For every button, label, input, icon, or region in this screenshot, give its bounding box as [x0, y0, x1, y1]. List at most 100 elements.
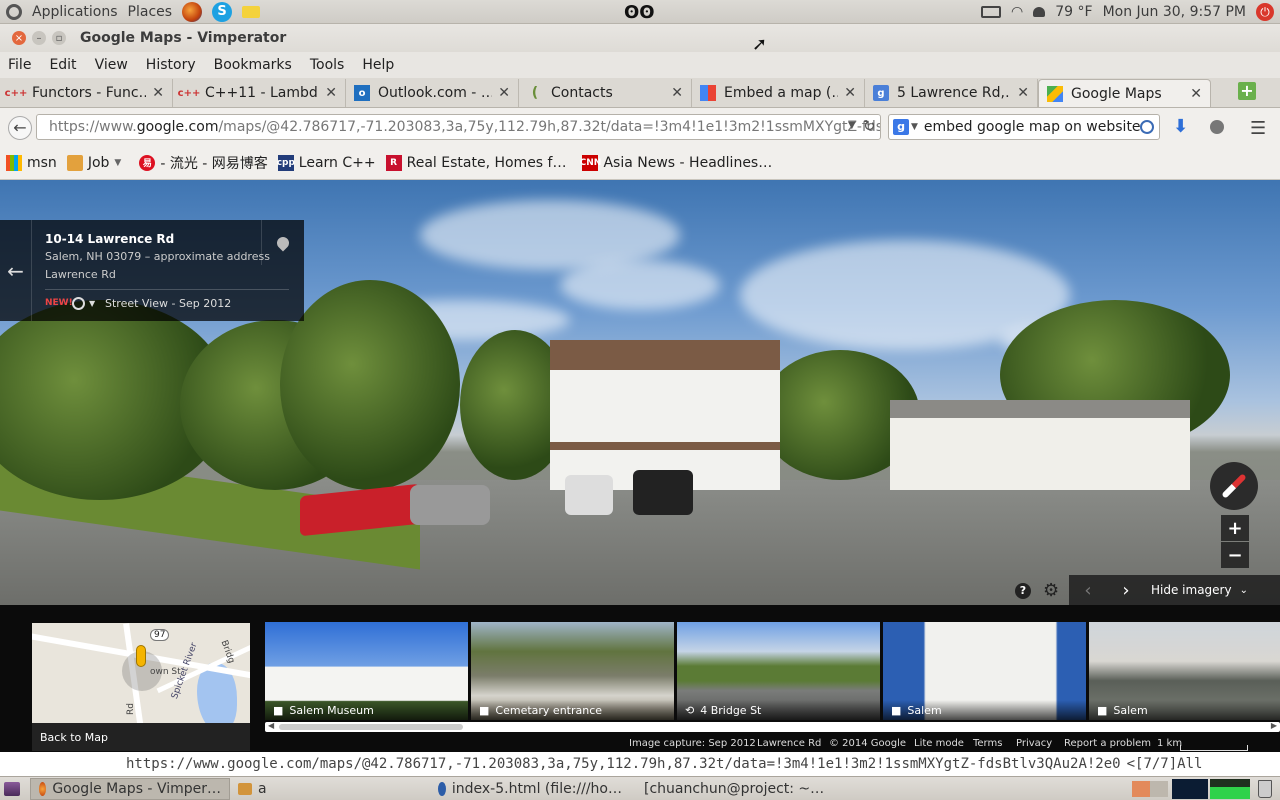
trash-icon[interactable]	[1258, 780, 1272, 798]
url-bar[interactable]: https://www. google.com/maps/@42.786717,-…	[36, 114, 881, 140]
new-tab-button[interactable]: +	[1238, 82, 1256, 100]
thumbnail-salem-building[interactable]: ■ Salem	[883, 622, 1086, 720]
mini-map[interactable]: 97 own St Spicket River Bridg Rd Back to…	[32, 623, 250, 751]
search-bar[interactable]: g ▼ embed google map on website	[888, 114, 1160, 140]
weather-icon[interactable]	[1033, 7, 1046, 17]
tab-close-icon[interactable]: ✕	[152, 85, 164, 101]
tab-outlook[interactable]: o Outlook.com - … ✕	[346, 79, 519, 107]
tab-close-icon[interactable]: ✕	[498, 85, 510, 101]
menu-bookmarks[interactable]: Bookmarks	[205, 57, 301, 73]
map-pin-icon[interactable]	[261, 220, 304, 265]
pegman-icon	[136, 645, 146, 667]
wifi-icon[interactable]: ◠	[1011, 4, 1023, 20]
engine-dropdown-icon[interactable]: ▼	[911, 122, 918, 132]
window-maximize-button[interactable]: ▫	[52, 31, 66, 45]
hide-imagery-button[interactable]: Hide imagery	[1151, 583, 1232, 597]
back-arrow-icon[interactable]: ←	[8, 116, 32, 140]
silver-car	[410, 485, 490, 525]
tab-close-icon[interactable]: ✕	[325, 85, 337, 101]
notes-launcher-icon[interactable]	[242, 5, 261, 18]
chevron-down-icon[interactable]: ▼	[89, 299, 95, 308]
thumbnail-4-bridge-st[interactable]: ⟲ 4 Bridge St	[677, 622, 880, 720]
bookmark-msn[interactable]: msn	[6, 154, 57, 171]
battery-monitor-icon	[1210, 779, 1250, 799]
google-developers-favicon-icon	[700, 85, 716, 101]
filmstrip-scrollbar[interactable]: ◀ ▶	[265, 721, 1280, 732]
time-machine-clock-icon[interactable]	[72, 297, 85, 310]
tab-close-icon[interactable]: ✕	[1017, 85, 1029, 101]
scale-label[interactable]: 1 km	[1157, 738, 1182, 749]
scrollbar-thumb[interactable]	[279, 724, 463, 730]
tab-embed-map[interactable]: Embed a map (… ✕	[692, 79, 865, 107]
bookmark-cnn-asia[interactable]: CNN Asia News - Headlines…	[580, 154, 772, 171]
double-chevron-down-icon[interactable]: ⌄	[1240, 585, 1248, 596]
workspace-switcher-icon[interactable]	[1132, 781, 1168, 797]
menu-tools[interactable]: Tools	[301, 57, 354, 73]
search-input[interactable]: embed google map on website	[924, 119, 1141, 135]
scroll-left-arrow-icon[interactable]: ◀	[268, 721, 274, 730]
taskbar-terminal[interactable]: [chuanchun@project: ~…	[630, 778, 830, 800]
tab-close-icon[interactable]: ✕	[671, 85, 683, 101]
menu-history[interactable]: History	[137, 57, 205, 73]
street-label: Rd	[126, 703, 136, 715]
url-dropdown-icon[interactable]: ▼	[848, 120, 856, 131]
help-icon[interactable]: ?	[1015, 583, 1031, 599]
menu-file[interactable]: File	[0, 57, 40, 73]
bookmark-real-estate[interactable]: R Real Estate, Homes f…	[385, 154, 566, 171]
menu-edit[interactable]: Edit	[40, 57, 85, 73]
previous-arrow-icon[interactable]: ‹	[1069, 580, 1107, 601]
applications-menu[interactable]: Applications	[32, 4, 118, 20]
keyboard-icon[interactable]	[981, 6, 1002, 18]
tab-cpp11-lambda[interactable]: c++ C++11 - Lambd… ✕	[173, 79, 346, 107]
zoom-in-button[interactable]: +	[1221, 515, 1249, 541]
power-icon[interactable]: ⏻	[1256, 3, 1274, 21]
scroll-right-arrow-icon[interactable]: ▶	[1271, 721, 1277, 730]
tab-contacts[interactable]: ( Contacts ✕	[519, 79, 692, 107]
camera-icon: ■	[891, 703, 902, 717]
clock[interactable]: Mon Jun 30, 9:57 PM	[1103, 4, 1246, 20]
tab-google-maps[interactable]: Google Maps ✕	[1038, 79, 1211, 107]
menu-help[interactable]: Help	[353, 57, 403, 73]
bookmark-learn-cpp[interactable]: cpp Learn C++	[277, 154, 376, 171]
settings-gear-icon[interactable]: ⚙	[1043, 580, 1059, 601]
taskbar-folder-a[interactable]: a	[230, 778, 430, 800]
bookmark-folder-job[interactable]: Job ▼	[66, 154, 121, 171]
compass-icon[interactable]	[1210, 462, 1258, 510]
google-search-engine-icon[interactable]: g	[893, 119, 909, 135]
extension-icon[interactable]	[1210, 120, 1224, 134]
ubuntu-logo-icon[interactable]	[6, 3, 22, 20]
window-close-button[interactable]: ×	[12, 31, 26, 45]
skype-launcher-icon[interactable]: S	[212, 1, 233, 22]
show-desktop-icon[interactable]	[4, 781, 20, 796]
taskbar-google-maps[interactable]: Google Maps - Vimper…	[30, 777, 230, 800]
thumbnail-caption: Salem	[907, 703, 942, 717]
zoom-out-button[interactable]: −	[1221, 542, 1249, 568]
bookmark-netease-blog[interactable]: 易 - 流光 - 网易博客	[139, 153, 268, 173]
tab-close-icon[interactable]: ✕	[1190, 86, 1202, 102]
window-minimize-button[interactable]: –	[32, 31, 46, 45]
report-problem-link[interactable]: Report a problem	[1064, 738, 1151, 749]
next-arrow-icon[interactable]: ›	[1107, 580, 1145, 601]
tab-close-icon[interactable]: ✕	[844, 85, 856, 101]
firefox-launcher-icon[interactable]	[182, 1, 203, 22]
lite-mode-link[interactable]: Lite mode	[914, 738, 964, 749]
terms-link[interactable]: Terms	[973, 738, 1002, 749]
privacy-link[interactable]: Privacy	[1016, 738, 1052, 749]
download-arrow-icon[interactable]: ⬇	[1173, 116, 1188, 137]
thumbnail-salem-museum[interactable]: ■ Salem Museum	[265, 622, 468, 720]
reload-icon[interactable]: ↻	[863, 117, 876, 135]
back-arrow-icon[interactable]: ←	[0, 220, 32, 321]
places-menu[interactable]: Places	[128, 4, 173, 20]
thumbnail-cemetary-entrance[interactable]: ■ Cemetary entrance	[471, 622, 674, 720]
taskbar-index-html[interactable]: index-5.html (file:///ho…	[430, 778, 630, 800]
hamburger-menu-icon[interactable]: ☰	[1250, 118, 1266, 139]
menu-view[interactable]: View	[86, 57, 137, 73]
bookmark-label: Job	[87, 154, 110, 171]
bookmark-label: Learn C++	[298, 154, 376, 171]
tab-functors[interactable]: c++ Functors - Func… ✕	[0, 79, 173, 107]
temperature-label[interactable]: 79 °F	[1055, 4, 1092, 20]
thumbnail-salem-gazebo[interactable]: ■ Salem	[1089, 622, 1280, 720]
tab-lawrence-rd[interactable]: g 5 Lawrence Rd,… ✕	[865, 79, 1038, 107]
firefox-icon	[39, 781, 47, 796]
search-magnifier-icon[interactable]	[1140, 120, 1154, 134]
